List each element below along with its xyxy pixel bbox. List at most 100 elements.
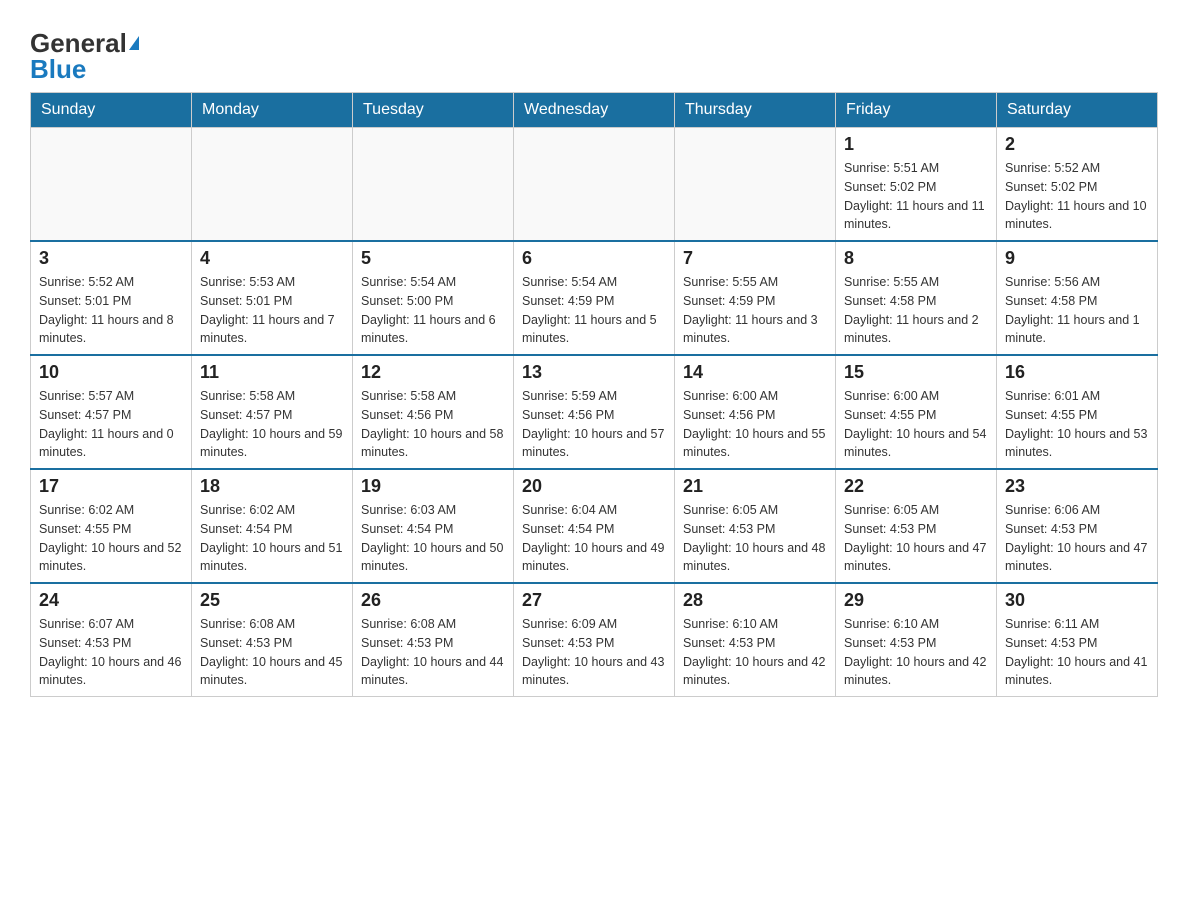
day-number: 13 xyxy=(522,362,666,383)
logo-triangle-icon xyxy=(129,36,139,50)
calendar-cell: 22Sunrise: 6:05 AM Sunset: 4:53 PM Dayli… xyxy=(836,469,997,583)
weekday-header-cell: Sunday xyxy=(31,93,192,128)
day-number: 30 xyxy=(1005,590,1149,611)
weekday-header-row: SundayMondayTuesdayWednesdayThursdayFrid… xyxy=(31,93,1158,128)
calendar-week-row: 24Sunrise: 6:07 AM Sunset: 4:53 PM Dayli… xyxy=(31,583,1158,697)
calendar-cell: 25Sunrise: 6:08 AM Sunset: 4:53 PM Dayli… xyxy=(192,583,353,697)
calendar-cell: 28 Sunrise: 6:10 AM Sunset: 4:53 PM Dayli… xyxy=(675,583,836,697)
day-number: 12 xyxy=(361,362,505,383)
calendar-cell: 18 Sunrise: 6:02 AM Sunset: 4:54 PM Dayli… xyxy=(192,469,353,583)
day-info: Sunrise: 6:03 AM Sunset: 4:54 PM Dayligh… xyxy=(361,501,505,576)
day-info: Sunrise: 5:51 AM Sunset: 5:02 PM Dayligh… xyxy=(844,159,988,234)
calendar-cell: 10 Sunrise: 5:57 AM Sunset: 4:57 PM Dayli… xyxy=(31,355,192,469)
calendar-cell: 14 Sunrise: 6:00 AM Sunset: 4:56 PM Dayli… xyxy=(675,355,836,469)
calendar-cell: 20 Sunrise: 6:04 AM Sunset: 4:54 PM Dayli… xyxy=(514,469,675,583)
logo-blue-text: Blue xyxy=(30,56,86,82)
day-number: 2 xyxy=(1005,134,1149,155)
day-number: 20 xyxy=(522,476,666,497)
day-number: 6 xyxy=(522,248,666,269)
calendar-cell xyxy=(514,128,675,242)
day-number: 9 xyxy=(1005,248,1149,269)
day-number: 10 xyxy=(39,362,183,383)
day-number: 16 xyxy=(1005,362,1149,383)
day-number: 28 xyxy=(683,590,827,611)
day-info: Sunrise: 5:54 AM Sunset: 4:59 PM Dayligh… xyxy=(522,273,666,348)
calendar-cell: 15 Sunrise: 6:00 AM Sunset: 4:55 PM Dayli… xyxy=(836,355,997,469)
day-number: 18 xyxy=(200,476,344,497)
calendar-cell: 3 Sunrise: 5:52 AM Sunset: 5:01 PM Daylig… xyxy=(31,241,192,355)
day-info: Sunrise: 5:55 AM Sunset: 4:58 PM Dayligh… xyxy=(844,273,988,348)
day-info: Sunrise: 6:00 AM Sunset: 4:56 PM Dayligh… xyxy=(683,387,827,462)
calendar-cell: 8 Sunrise: 5:55 AM Sunset: 4:58 PM Daylig… xyxy=(836,241,997,355)
calendar-cell xyxy=(192,128,353,242)
day-info: Sunrise: 5:52 AM Sunset: 5:02 PM Dayligh… xyxy=(1005,159,1149,234)
day-info: Sunrise: 6:09 AM Sunset: 4:53 PM Dayligh… xyxy=(522,615,666,690)
day-number: 1 xyxy=(844,134,988,155)
calendar-cell: 1 Sunrise: 5:51 AM Sunset: 5:02 PM Daylig… xyxy=(836,128,997,242)
day-info: Sunrise: 6:00 AM Sunset: 4:55 PM Dayligh… xyxy=(844,387,988,462)
day-info: Sunrise: 5:52 AM Sunset: 5:01 PM Dayligh… xyxy=(39,273,183,348)
calendar-cell: 5 Sunrise: 5:54 AM Sunset: 5:00 PM Daylig… xyxy=(353,241,514,355)
day-number: 19 xyxy=(361,476,505,497)
day-info: Sunrise: 5:56 AM Sunset: 4:58 PM Dayligh… xyxy=(1005,273,1149,348)
calendar-cell: 27 Sunrise: 6:09 AM Sunset: 4:53 PM Dayli… xyxy=(514,583,675,697)
day-info: Sunrise: 5:54 AM Sunset: 5:00 PM Dayligh… xyxy=(361,273,505,348)
day-info: Sunrise: 6:10 AM Sunset: 4:53 PM Dayligh… xyxy=(683,615,827,690)
day-number: 27 xyxy=(522,590,666,611)
weekday-header-cell: Thursday xyxy=(675,93,836,128)
calendar-cell: 2 Sunrise: 5:52 AM Sunset: 5:02 PM Daylig… xyxy=(997,128,1158,242)
calendar-cell: 19 Sunrise: 6:03 AM Sunset: 4:54 PM Dayli… xyxy=(353,469,514,583)
calendar-cell: 13 Sunrise: 5:59 AM Sunset: 4:56 PM Dayli… xyxy=(514,355,675,469)
calendar-cell xyxy=(31,128,192,242)
day-number: 3 xyxy=(39,248,183,269)
day-info: Sunrise: 5:57 AM Sunset: 4:57 PM Dayligh… xyxy=(39,387,183,462)
calendar-cell: 30 Sunrise: 6:11 AM Sunset: 4:53 PM Dayli… xyxy=(997,583,1158,697)
day-info: Sunrise: 6:08 AM Sunset: 4:53 PM Dayligh… xyxy=(361,615,505,690)
day-number: 22 xyxy=(844,476,988,497)
calendar-cell: 16 Sunrise: 6:01 AM Sunset: 4:55 PM Dayli… xyxy=(997,355,1158,469)
day-info: Sunrise: 5:59 AM Sunset: 4:56 PM Dayligh… xyxy=(522,387,666,462)
day-number: 23 xyxy=(1005,476,1149,497)
calendar-cell: 23Sunrise: 6:06 AM Sunset: 4:53 PM Dayli… xyxy=(997,469,1158,583)
day-number: 5 xyxy=(361,248,505,269)
calendar-cell: 11Sunrise: 5:58 AM Sunset: 4:57 PM Dayli… xyxy=(192,355,353,469)
weekday-header-cell: Monday xyxy=(192,93,353,128)
calendar-cell: 29Sunrise: 6:10 AM Sunset: 4:53 PM Dayli… xyxy=(836,583,997,697)
day-number: 8 xyxy=(844,248,988,269)
calendar-cell: 24Sunrise: 6:07 AM Sunset: 4:53 PM Dayli… xyxy=(31,583,192,697)
day-info: Sunrise: 6:02 AM Sunset: 4:54 PM Dayligh… xyxy=(200,501,344,576)
calendar-cell: 21 Sunrise: 6:05 AM Sunset: 4:53 PM Dayli… xyxy=(675,469,836,583)
day-info: Sunrise: 5:58 AM Sunset: 4:56 PM Dayligh… xyxy=(361,387,505,462)
day-number: 21 xyxy=(683,476,827,497)
calendar-table: SundayMondayTuesdayWednesdayThursdayFrid… xyxy=(30,92,1158,697)
day-info: Sunrise: 5:55 AM Sunset: 4:59 PM Dayligh… xyxy=(683,273,827,348)
day-number: 4 xyxy=(200,248,344,269)
day-info: Sunrise: 5:58 AM Sunset: 4:57 PM Dayligh… xyxy=(200,387,344,462)
calendar-cell xyxy=(353,128,514,242)
calendar-week-row: 17Sunrise: 6:02 AM Sunset: 4:55 PM Dayli… xyxy=(31,469,1158,583)
logo: General Blue xyxy=(30,30,139,82)
day-info: Sunrise: 6:11 AM Sunset: 4:53 PM Dayligh… xyxy=(1005,615,1149,690)
weekday-header-cell: Friday xyxy=(836,93,997,128)
day-info: Sunrise: 6:04 AM Sunset: 4:54 PM Dayligh… xyxy=(522,501,666,576)
calendar-cell: 26 Sunrise: 6:08 AM Sunset: 4:53 PM Dayli… xyxy=(353,583,514,697)
day-info: Sunrise: 6:05 AM Sunset: 4:53 PM Dayligh… xyxy=(683,501,827,576)
calendar-cell: 4 Sunrise: 5:53 AM Sunset: 5:01 PM Daylig… xyxy=(192,241,353,355)
day-number: 26 xyxy=(361,590,505,611)
calendar-week-row: 3 Sunrise: 5:52 AM Sunset: 5:01 PM Daylig… xyxy=(31,241,1158,355)
weekday-header-cell: Tuesday xyxy=(353,93,514,128)
day-number: 14 xyxy=(683,362,827,383)
calendar-cell: 7 Sunrise: 5:55 AM Sunset: 4:59 PM Daylig… xyxy=(675,241,836,355)
day-number: 24 xyxy=(39,590,183,611)
day-info: Sunrise: 6:08 AM Sunset: 4:53 PM Dayligh… xyxy=(200,615,344,690)
weekday-header-cell: Wednesday xyxy=(514,93,675,128)
day-number: 15 xyxy=(844,362,988,383)
day-number: 17 xyxy=(39,476,183,497)
day-number: 7 xyxy=(683,248,827,269)
day-number: 29 xyxy=(844,590,988,611)
day-info: Sunrise: 5:53 AM Sunset: 5:01 PM Dayligh… xyxy=(200,273,344,348)
calendar-cell xyxy=(675,128,836,242)
calendar-cell: 12 Sunrise: 5:58 AM Sunset: 4:56 PM Dayli… xyxy=(353,355,514,469)
calendar-week-row: 10 Sunrise: 5:57 AM Sunset: 4:57 PM Dayli… xyxy=(31,355,1158,469)
day-info: Sunrise: 6:01 AM Sunset: 4:55 PM Dayligh… xyxy=(1005,387,1149,462)
